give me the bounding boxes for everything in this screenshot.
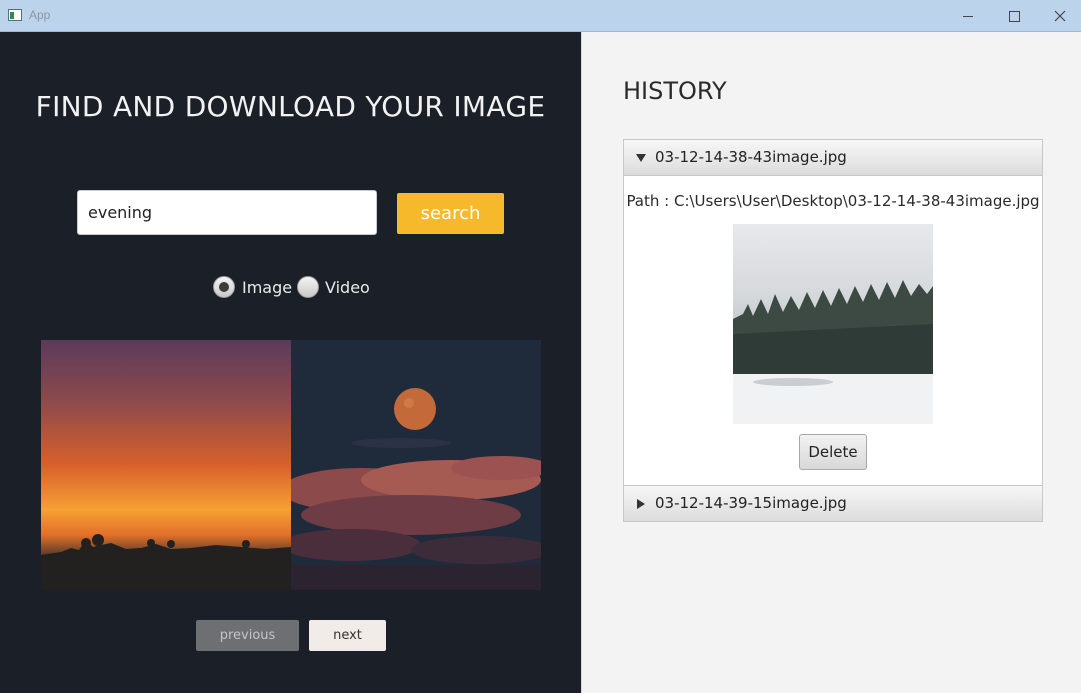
next-button[interactable]: next xyxy=(309,620,386,651)
history-item-filename: 03-12-14-38-43image.jpg xyxy=(655,148,847,166)
history-item-path: Path : C:\Users\User\Desktop\03-12-14-38… xyxy=(626,192,1040,210)
previous-button[interactable]: previous xyxy=(196,620,299,651)
app-window-icon xyxy=(8,9,22,21)
title-bar: App xyxy=(0,0,1081,32)
history-item-filename: 03-12-14-39-15image.jpg xyxy=(655,494,847,512)
radio-video[interactable] xyxy=(297,276,319,298)
search-button[interactable]: search xyxy=(397,193,504,234)
minimize-button[interactable] xyxy=(945,0,991,32)
delete-button[interactable]: Delete xyxy=(799,434,867,470)
history-panel: HISTORY 03-12-14-38-43image.jpg Path : C… xyxy=(581,32,1081,693)
maximize-button[interactable] xyxy=(991,0,1037,32)
search-input[interactable]: evening xyxy=(77,190,377,235)
close-icon xyxy=(1054,10,1066,22)
history-item-header-collapsed[interactable]: 03-12-14-39-15image.jpg xyxy=(624,485,1042,521)
page-title: FIND AND DOWNLOAD YOUR IMAGE xyxy=(35,90,546,123)
close-button[interactable] xyxy=(1037,0,1081,32)
chevron-down-icon xyxy=(636,154,646,162)
window-title: App xyxy=(29,8,51,22)
search-panel: FIND AND DOWNLOAD YOUR IMAGE evening sea… xyxy=(0,32,581,693)
chevron-right-icon xyxy=(637,499,645,509)
moon-clouds-image[interactable] xyxy=(291,340,541,590)
history-title: HISTORY xyxy=(623,77,727,105)
radio-image-label[interactable]: Image xyxy=(242,278,292,297)
history-item-header[interactable]: 03-12-14-38-43image.jpg xyxy=(624,140,1042,176)
sunset-image[interactable] xyxy=(41,340,291,590)
radio-selected-dot xyxy=(219,282,229,292)
minimize-icon xyxy=(963,15,973,17)
radio-video-label[interactable]: Video xyxy=(325,278,370,297)
maximize-icon xyxy=(1008,10,1020,22)
history-image xyxy=(733,224,933,424)
radio-image[interactable] xyxy=(213,276,235,298)
history-accordion: 03-12-14-38-43image.jpg Path : C:\Users\… xyxy=(623,139,1043,522)
